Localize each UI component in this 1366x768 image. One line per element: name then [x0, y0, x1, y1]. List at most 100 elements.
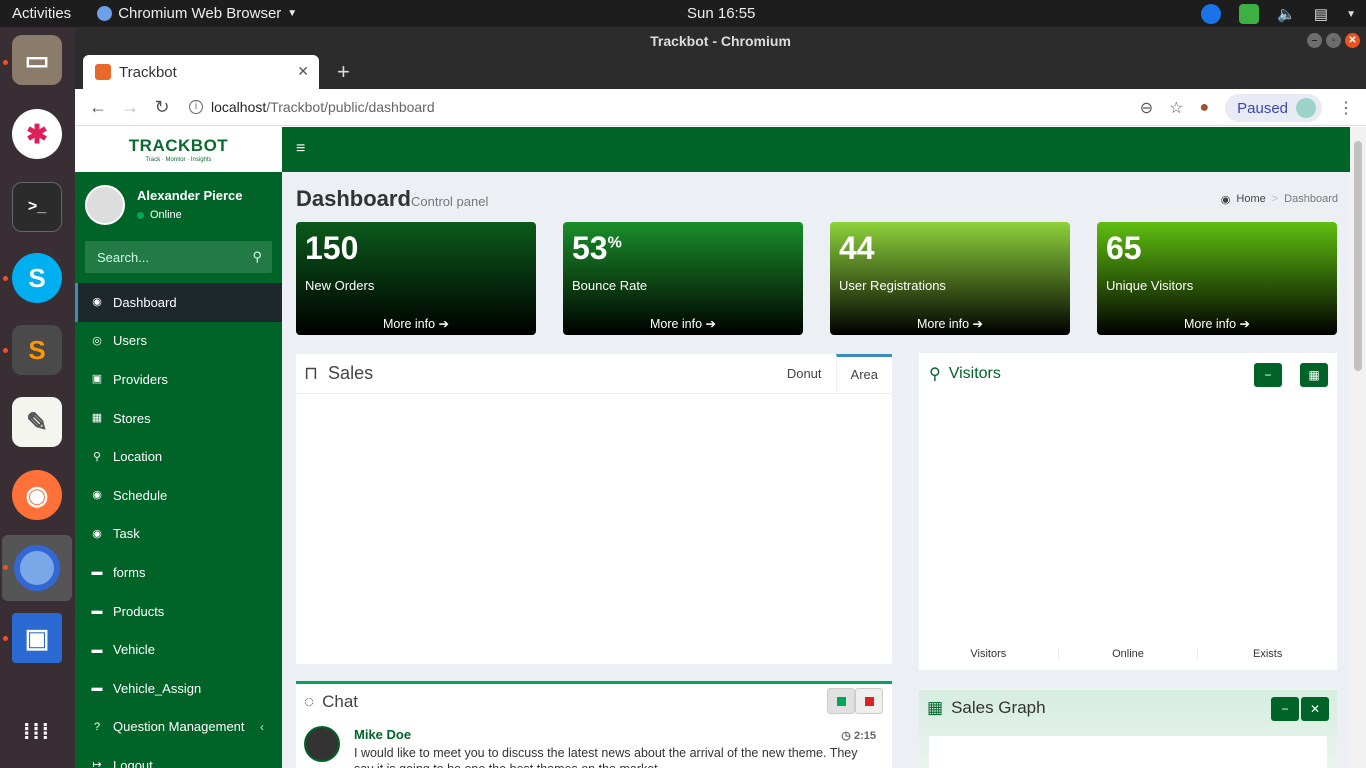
activities-button[interactable]: Activities: [12, 5, 71, 22]
search-input[interactable]: Search...: [97, 250, 149, 265]
status-online-button[interactable]: [827, 688, 855, 714]
show-apps-icon[interactable]: ⁞⁞⁞: [12, 707, 62, 757]
scrollbar-thumb[interactable]: [1354, 141, 1362, 371]
minimize-icon[interactable]: –: [1307, 33, 1322, 48]
sidebar-item-forms[interactable]: ▬ forms: [75, 553, 282, 592]
window-titlebar: Trackbot - Chromium – ▫ ✕: [75, 27, 1366, 55]
skype-icon[interactable]: S: [12, 253, 62, 303]
chevron-down-icon[interactable]: ▼: [1346, 9, 1356, 20]
running-indicator: [3, 636, 8, 641]
sidebar-item-vehicle[interactable]: ▬ Vehicle: [75, 630, 282, 669]
profile-button[interactable]: Paused: [1225, 94, 1322, 122]
sublime-text-icon[interactable]: S: [12, 325, 62, 375]
sales-panel: ⊓ Sales Donut Area: [296, 353, 892, 664]
visitors-title-text: Visitors: [948, 365, 1001, 382]
page-scrollbar[interactable]: [1350, 127, 1366, 768]
user-status: Online: [137, 209, 243, 221]
tab-title: Trackbot: [119, 63, 177, 81]
more-info-link[interactable]: More info ➔: [830, 313, 1070, 335]
sidebar-item-dashboard[interactable]: ◉ Dashboard: [75, 283, 282, 322]
tab-donut[interactable]: Donut: [773, 354, 836, 394]
toolbar-actions: ⊖ ☆ ● Paused ⋮: [1140, 94, 1354, 122]
terminal-icon[interactable]: >_: [12, 182, 62, 232]
tab-area[interactable]: Area: [835, 354, 892, 394]
slack-icon[interactable]: ✱: [12, 109, 62, 159]
check-icon[interactable]: [1239, 4, 1260, 24]
close-tab-icon[interactable]: ✕: [297, 63, 309, 80]
sidebar-item-label: Task: [113, 526, 140, 542]
sidebar-toggle-icon[interactable]: ≡: [296, 140, 305, 158]
text-editor-icon[interactable]: ✎: [12, 397, 62, 447]
clipboard-icon[interactable]: ▤: [1314, 5, 1328, 23]
files-icon[interactable]: ▭: [12, 35, 62, 85]
remove-button[interactable]: ✕: [1301, 697, 1329, 721]
stat-label: Bounce Rate: [572, 278, 648, 293]
new-tab-icon[interactable]: +: [337, 59, 350, 85]
sidebar-item-products[interactable]: ▬ Products: [75, 592, 282, 631]
message-author[interactable]: Mike Doe: [354, 727, 411, 742]
zoom-icon[interactable]: ⊖: [1140, 98, 1153, 118]
sales-graph-panel: ▦ Sales Graph − ✕: [919, 687, 1337, 768]
sales-graph-canvas: [929, 736, 1327, 768]
stat-value: 65: [1106, 230, 1142, 266]
volume-icon[interactable]: 🔈: [1277, 5, 1296, 23]
chromium-icon[interactable]: [2, 535, 72, 601]
calendar-icon[interactable]: ▦: [1300, 363, 1328, 387]
forward-icon[interactable]: →: [121, 97, 139, 118]
status-offline-button[interactable]: [855, 688, 883, 714]
maximize-icon[interactable]: ▫: [1326, 33, 1341, 48]
car-icon: ▬: [91, 605, 103, 618]
sidebar-item-schedule[interactable]: ◉ Schedule: [75, 476, 282, 515]
bookmark-star-icon[interactable]: ☆: [1169, 98, 1183, 118]
browser-tab[interactable]: Trackbot ✕: [83, 55, 319, 89]
breadcrumb-home[interactable]: Home: [1236, 193, 1265, 206]
stat-label: User Registrations: [839, 278, 946, 293]
app-menu[interactable]: Chromium Web Browser ▼: [97, 5, 297, 22]
divider: [296, 393, 892, 394]
sidebar-item-stores[interactable]: ▦ Stores: [75, 399, 282, 438]
teamviewer-icon[interactable]: [1201, 4, 1222, 24]
app-menu-label: Chromium Web Browser: [118, 5, 282, 22]
breadcrumb-separator: >: [1271, 193, 1279, 205]
back-icon[interactable]: ←: [89, 97, 107, 118]
sidebar-item-task[interactable]: ◉ Task: [75, 515, 282, 554]
collapse-button[interactable]: −: [1254, 363, 1282, 387]
cookie-icon[interactable]: ●: [1199, 99, 1209, 117]
system-tray: 🔈 ▤ ▼: [1201, 4, 1356, 24]
breadcrumb: ◉ Home > Dashboard: [1221, 193, 1338, 206]
stat-online: Online: [1059, 648, 1199, 660]
more-info-link[interactable]: More info ➔: [563, 313, 803, 335]
car-icon: ▬: [91, 566, 103, 579]
sidebar-item-users[interactable]: ◎ Users: [75, 322, 282, 361]
logo[interactable]: TRACKBOT Track · Monitor · Insights: [75, 127, 282, 172]
info-icon[interactable]: i: [189, 100, 203, 114]
question-icon: ?: [93, 720, 101, 733]
close-icon[interactable]: ✕: [1345, 33, 1360, 48]
sidebar-item-question-management[interactable]: ? Question Management ‹: [75, 708, 282, 747]
sidebar-item-logout[interactable]: ↦ Logout: [75, 746, 282, 768]
sidebar-search[interactable]: Search... ⚲: [85, 241, 272, 273]
search-icon[interactable]: ⚲: [252, 249, 262, 265]
running-indicator: [3, 565, 8, 570]
more-info-link[interactable]: More info ➔: [1097, 313, 1337, 335]
sidebar-item-location[interactable]: ⚲ Location: [75, 437, 282, 476]
sidebar-item-vehicle-assign[interactable]: ▬ Vehicle_Assign: [75, 669, 282, 708]
message-time: ◷ 2:15: [841, 730, 876, 742]
avatar: [85, 184, 125, 225]
more-info-link[interactable]: More info ➔: [296, 313, 536, 335]
menu-kebab-icon[interactable]: ⋮: [1338, 98, 1354, 118]
image-viewer-icon[interactable]: ▣: [12, 613, 62, 663]
page-subtitle: Control panel: [411, 194, 489, 209]
collapse-button[interactable]: −: [1271, 697, 1299, 721]
arrow-circle-right-icon: ➔: [705, 317, 717, 331]
grid-icon: ▦: [927, 698, 944, 717]
visitor-stats: Visitors Online Exists: [919, 648, 1337, 660]
firefox-icon[interactable]: ◉: [12, 470, 62, 520]
arrow-circle-right-icon: ➔: [972, 317, 984, 331]
reload-icon[interactable]: ↻: [153, 97, 171, 118]
address-bar[interactable]: i localhost/Trackbot/public/dashboard: [189, 99, 435, 115]
sidebar-item-providers[interactable]: ▣ Providers: [75, 360, 282, 399]
clock[interactable]: Sun 16:55: [687, 5, 755, 22]
arrow-circle-right-icon: ➔: [1239, 317, 1251, 331]
sidebar-item-label: Schedule: [113, 487, 168, 503]
